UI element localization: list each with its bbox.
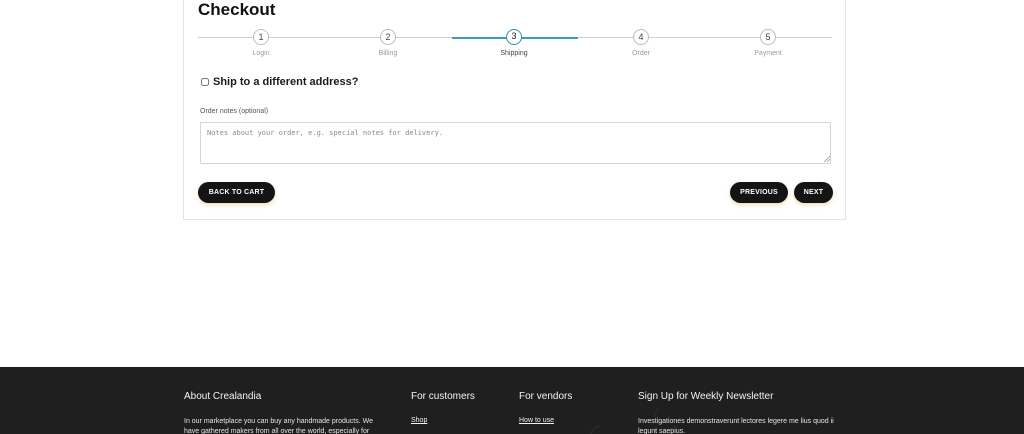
page-title: Checkout [198, 0, 276, 19]
ship-different-row[interactable]: Ship to a different address? [201, 76, 358, 88]
step-number: 2 [380, 29, 396, 45]
step-label: Shipping [500, 50, 528, 57]
step-number: 3 [506, 29, 522, 45]
footer-link-how-to-use[interactable]: How to use [519, 417, 572, 424]
step-payment[interactable]: 5 Payment [738, 28, 798, 57]
ship-different-label: Ship to a different address? [213, 76, 359, 88]
step-number: 4 [633, 29, 649, 45]
step-label: Login [252, 50, 270, 57]
footer-newsletter-heading: Sign Up for Weekly Newsletter [638, 391, 774, 402]
checkout-stepper: 1 Login 2 Billing 3 Shipping 4 Order 5 P… [198, 28, 832, 62]
footer-about-heading: About Crealandia [184, 391, 262, 402]
order-notes-label: Order notes (optional) [200, 108, 269, 115]
step-label: Payment [754, 50, 782, 57]
step-billing[interactable]: 2 Billing [358, 28, 418, 57]
step-label: Billing [378, 50, 398, 57]
site-footer: About Crealandia In our marketplace you … [0, 367, 1024, 434]
step-shipping[interactable]: 3 Shipping [484, 28, 544, 57]
checkout-page: Checkout 1 Login 2 Billing 3 Shipping 4 … [0, 0, 1024, 434]
footer-newsletter: Sign Up for Weekly Newsletter Investigat… [638, 391, 848, 434]
ship-different-checkbox[interactable] [201, 78, 209, 86]
footer-vendors: For vendors How to use [519, 391, 572, 424]
step-number: 5 [760, 29, 776, 45]
resize-grip-icon[interactable] [823, 155, 830, 162]
footer-newsletter-text: Investigationes demonstraverunt lectores… [638, 418, 834, 434]
footer-about-text: In our marketplace you can buy any handm… [184, 418, 373, 434]
checkout-card: Checkout 1 Login 2 Billing 3 Shipping 4 … [183, 0, 846, 220]
step-login[interactable]: 1 Login [231, 28, 291, 57]
order-notes-field[interactable] [200, 122, 831, 164]
footer-link-shop[interactable]: Shop [411, 417, 475, 424]
footer-about: About Crealandia In our marketplace you … [184, 391, 384, 434]
previous-button[interactable]: PREVIOUS [730, 182, 788, 203]
step-order[interactable]: 4 Order [611, 28, 671, 57]
footer-customers: For customers Shop [411, 391, 475, 424]
footer-vendors-heading: For vendors [519, 391, 573, 402]
step-label: Order [632, 50, 650, 57]
footer-customers-heading: For customers [411, 391, 475, 402]
next-button[interactable]: NEXT [794, 182, 833, 203]
step-number: 1 [253, 29, 269, 45]
back-to-cart-button[interactable]: BACK TO CART [198, 182, 275, 203]
